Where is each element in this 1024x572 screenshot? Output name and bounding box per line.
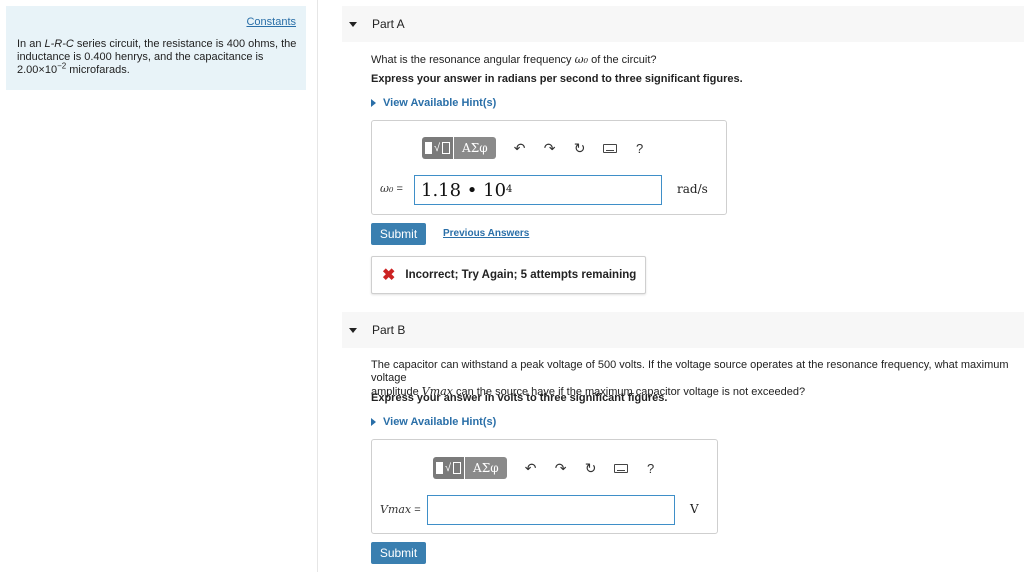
- part-a-question-symbol: ω₀: [574, 53, 589, 66]
- part-a-toolbar: √ ΑΣφ ↶ ↷ ↻ ?: [422, 137, 648, 159]
- template-block-icon: [436, 462, 443, 474]
- part-a-equals: =: [393, 183, 403, 195]
- problem-text-2: series circuit, the resistance is 400 oh…: [73, 38, 297, 50]
- problem-text-3: inductance is 0.400 henrys, and the capa…: [17, 51, 264, 63]
- part-a-hint-link[interactable]: View Available Hint(s): [371, 97, 496, 109]
- radical-icon: √: [434, 142, 441, 154]
- reset-icon[interactable]: ↻: [583, 460, 599, 476]
- template-block-icon: [425, 142, 432, 154]
- keyboard-icon[interactable]: [613, 460, 629, 476]
- part-b-equals: =: [411, 504, 421, 516]
- collapse-triangle-icon[interactable]: [349, 327, 357, 333]
- problem-text-1: In an: [17, 38, 45, 50]
- part-b-answer-input[interactable]: [427, 495, 675, 525]
- redo-icon[interactable]: ↷: [553, 460, 569, 476]
- part-b-title: Part B: [372, 323, 406, 337]
- part-b-variable-label: Vmax =: [380, 503, 421, 516]
- part-a-hint-label: View Available Hint(s): [383, 97, 497, 109]
- part-b-unit: V: [690, 502, 699, 516]
- problem-cap-mantissa: 2.00×10: [17, 64, 58, 76]
- part-a-answer-box: √ ΑΣφ ↶ ↷ ↻ ? ω₀ = 1.18 • 10 4 rad/s: [371, 120, 727, 215]
- part-a-feedback: ✖ Incorrect; Try Again; 5 attempts remai…: [371, 256, 646, 294]
- problem-circuit: L-R-C: [44, 38, 74, 50]
- part-b-answer-box: √ ΑΣφ ↶ ↷ ↻ ? Vmax = V: [371, 439, 718, 534]
- previous-answers-link[interactable]: Previous Answers: [443, 228, 529, 239]
- hint-arrow-icon: [371, 418, 376, 426]
- part-b-hint-link[interactable]: View Available Hint(s): [371, 416, 496, 428]
- part-b-header[interactable]: Part B: [342, 312, 1024, 348]
- part-b-question-line1: The capacitor can withstand a peak volta…: [371, 359, 1009, 384]
- feedback-message: Incorrect; Try Again; 5 attempts remaini…: [405, 269, 637, 281]
- part-a-question-prefix: What is the resonance angular frequency: [371, 54, 575, 66]
- collapse-triangle-icon[interactable]: [349, 21, 357, 27]
- hint-arrow-icon: [371, 99, 376, 107]
- part-b-submit-button[interactable]: Submit: [371, 542, 426, 564]
- panel-divider: [317, 0, 318, 572]
- part-a-header[interactable]: Part A: [342, 6, 1024, 42]
- part-b-toolbar: √ ΑΣφ ↶ ↷ ↻ ?: [433, 457, 659, 479]
- part-b-hint-label: View Available Hint(s): [383, 416, 497, 428]
- undo-icon[interactable]: ↶: [523, 460, 539, 476]
- greek-icon[interactable]: ΑΣφ: [465, 457, 507, 479]
- templates-icon[interactable]: √: [422, 137, 454, 159]
- part-a-submit-button[interactable]: Submit: [371, 223, 426, 245]
- part-b-instruction: Express your answer in volts to three si…: [371, 392, 668, 404]
- radical-icon: √: [445, 462, 452, 474]
- template-box-icon: [442, 142, 451, 154]
- template-box-icon: [453, 462, 462, 474]
- part-b-var: Vmax: [380, 503, 412, 516]
- help-icon[interactable]: ?: [632, 140, 648, 156]
- constants-link[interactable]: Constants: [246, 16, 296, 28]
- part-a-question: What is the resonance angular frequency …: [371, 53, 657, 67]
- help-icon[interactable]: ?: [643, 460, 659, 476]
- problem-cap-unit: microfarads.: [66, 64, 130, 76]
- templates-icon[interactable]: √: [433, 457, 465, 479]
- problem-cap-exp: −2: [57, 61, 67, 71]
- part-a-title: Part A: [372, 17, 405, 31]
- undo-icon[interactable]: ↶: [512, 140, 528, 156]
- part-a-question-suffix: of the circuit?: [588, 54, 657, 66]
- problem-statement: In an L-R-C series circuit, the resistan…: [17, 38, 297, 77]
- part-a-answer-input[interactable]: 1.18 • 10 4: [414, 175, 662, 205]
- part-a-variable-label: ω₀ =: [380, 182, 403, 195]
- reset-icon[interactable]: ↻: [572, 140, 588, 156]
- greek-icon[interactable]: ΑΣφ: [454, 137, 496, 159]
- part-a-var: ω₀: [380, 182, 394, 195]
- part-a-answer-mantissa: 1.18 • 10: [421, 179, 507, 201]
- problem-panel: Constants In an L-R-C series circuit, th…: [6, 6, 306, 90]
- redo-icon[interactable]: ↷: [542, 140, 558, 156]
- part-a-instruction: Express your answer in radians per secon…: [371, 73, 743, 85]
- keyboard-icon[interactable]: [602, 140, 618, 156]
- part-a-unit: rad/s: [677, 182, 708, 196]
- incorrect-x-icon: ✖: [382, 267, 396, 284]
